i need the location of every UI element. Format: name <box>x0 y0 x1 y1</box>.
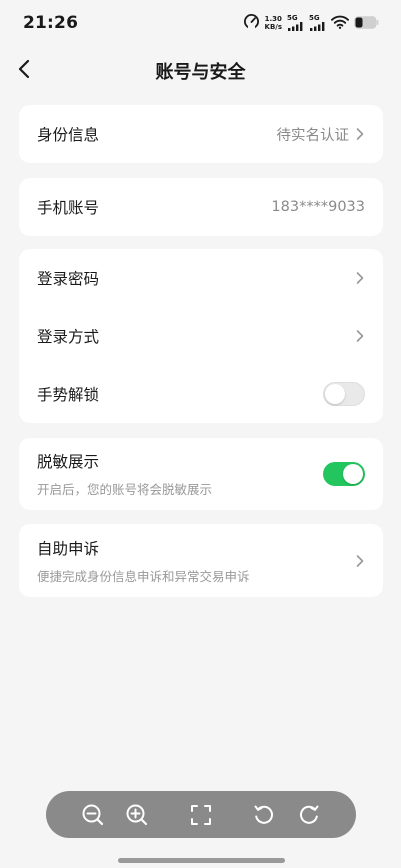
login-password-label: 登录密码 <box>37 270 100 288</box>
phone-account-row: 手机账号 183****9033 <box>19 178 383 236</box>
zoom-out-icon <box>82 804 104 826</box>
login-password-right <box>355 271 365 285</box>
navigation-bar: 账号与安全 <box>0 46 401 92</box>
self-appeal-card: 自助申诉 便捷完成身份信息申诉和异常交易申诉 <box>19 524 383 597</box>
identity-status-value: 待实名认证 <box>276 127 350 144</box>
desensitize-toggle[interactable] <box>323 462 365 486</box>
self-appeal-subtitle: 便捷完成身份信息申诉和异常交易申诉 <box>37 568 250 584</box>
signal-icon-sim2: 5G <box>309 14 326 31</box>
network-speed: 1.30 KB/s <box>265 15 282 31</box>
rotate-left-icon <box>254 805 273 824</box>
phone-card: 手机账号 183****9033 <box>19 178 383 236</box>
desensitize-card: 脱敏展示 开启后，您的账号将会脱敏展示 <box>19 438 383 510</box>
gesture-unlock-right <box>323 382 365 406</box>
chevron-right-icon <box>356 272 364 284</box>
login-settings-card: 登录密码 登录方式 手势解锁 <box>19 249 383 423</box>
self-appeal-row[interactable]: 自助申诉 便捷完成身份信息申诉和异常交易申诉 <box>19 524 383 597</box>
login-method-right <box>355 329 365 343</box>
rotate-left-button[interactable] <box>251 802 277 828</box>
chevron-right-icon <box>356 128 364 140</box>
toggle-knob <box>343 464 363 484</box>
battery-icon <box>354 14 379 33</box>
rotate-right-icon <box>300 805 319 824</box>
phone-number-value: 183****9033 <box>271 199 365 215</box>
status-time: 21:26 <box>23 13 79 33</box>
gesture-unlock-toggle[interactable] <box>323 382 365 406</box>
phone-account-label: 手机账号 <box>37 199 100 217</box>
chevron-right-icon <box>356 554 364 567</box>
sim2-network-label: 5G <box>309 14 320 22</box>
chevron-right-icon <box>356 330 364 342</box>
zoom-out-button[interactable] <box>80 802 106 828</box>
self-appeal-texts: 自助申诉 便捷完成身份信息申诉和异常交易申诉 <box>37 537 250 585</box>
toggle-knob <box>325 384 345 404</box>
identity-info-right: 待实名认证 <box>277 124 366 145</box>
zoom-in-icon <box>126 804 148 826</box>
signal-icon-sim1: 5G <box>287 14 304 31</box>
desensitize-title: 脱敏展示 <box>37 453 100 471</box>
sim1-network-label: 5G <box>287 14 298 22</box>
home-indicator[interactable] <box>118 858 285 863</box>
login-password-row[interactable]: 登录密码 <box>19 249 383 307</box>
desensitize-texts: 脱敏展示 开启后，您的账号将会脱敏展示 <box>37 450 212 498</box>
phone-account-right: 183****9033 <box>271 199 365 215</box>
wifi-icon <box>331 14 349 33</box>
login-method-label: 登录方式 <box>37 328 100 346</box>
identity-info-label: 身份信息 <box>37 126 100 144</box>
desensitize-row: 脱敏展示 开启后，您的账号将会脱敏展示 <box>19 438 383 510</box>
network-speed-unit: KB/s <box>264 23 282 31</box>
status-bar: 21:26 1.30 KB/s 5G 5G <box>0 0 401 46</box>
gesture-unlock-label: 手势解锁 <box>37 386 100 404</box>
fullscreen-button[interactable] <box>188 802 214 828</box>
rotate-right-button[interactable] <box>296 802 322 828</box>
speedometer-icon <box>243 13 260 34</box>
zoom-in-button[interactable] <box>124 802 150 828</box>
status-icons: 1.30 KB/s 5G 5G <box>243 13 379 33</box>
self-appeal-title: 自助申诉 <box>37 539 100 558</box>
image-viewer-toolbar <box>46 791 356 838</box>
desensitize-subtitle: 开启后，您的账号将会脱敏展示 <box>37 482 213 497</box>
gesture-unlock-row: 手势解锁 <box>19 365 383 423</box>
identity-card: 身份信息 待实名认证 <box>19 105 383 163</box>
fullscreen-icon <box>191 805 211 825</box>
login-method-row[interactable]: 登录方式 <box>19 307 383 365</box>
page-title: 账号与安全 <box>155 62 246 83</box>
identity-info-row[interactable]: 身份信息 待实名认证 <box>19 105 383 163</box>
desensitize-right <box>323 462 365 486</box>
self-appeal-right <box>355 554 365 568</box>
network-speed-value: 1.30 <box>264 15 282 23</box>
